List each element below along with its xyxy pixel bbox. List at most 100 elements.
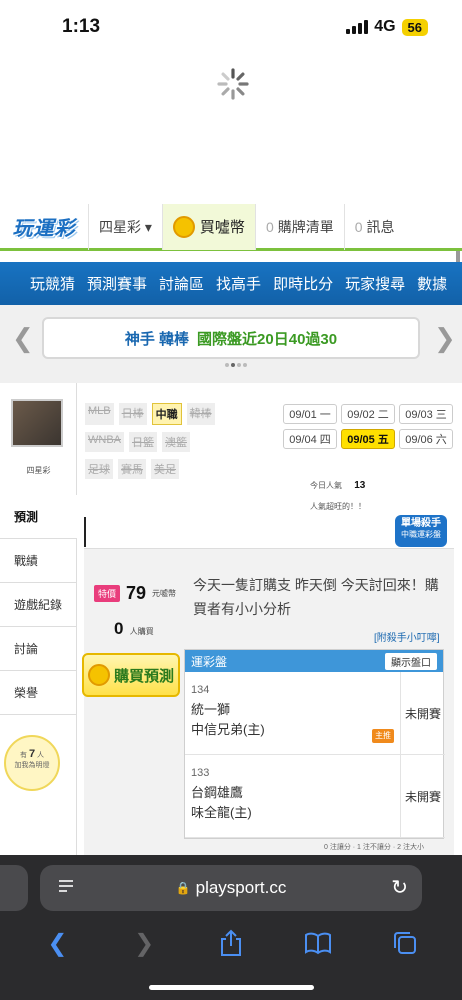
chevron-left-icon[interactable]: ❮ (12, 323, 34, 354)
nav-item[interactable]: 玩家搜尋 (345, 273, 405, 294)
price-unit: 元噓幣 (152, 589, 177, 598)
nav-item[interactable]: 玩競猜 (30, 273, 75, 294)
game-id: 133 (191, 767, 210, 779)
hint-line2: 加我為明燈 (14, 762, 50, 769)
popularity: 今日人氣 13 (310, 480, 365, 491)
message-label: 訊息 (366, 218, 395, 235)
date-button[interactable]: 09/01 一 (283, 404, 337, 424)
league-tag[interactable]: MLB (85, 403, 114, 425)
back-icon[interactable]: ❮ (37, 929, 77, 958)
avatar[interactable] (11, 399, 63, 447)
lightbulb-follow-button[interactable]: 有 7 人 加我為明燈 (4, 735, 60, 791)
bookmarks-icon[interactable] (298, 931, 338, 955)
date-button[interactable]: 09/06 六 (399, 429, 453, 449)
date-button-active[interactable]: 09/05 五 (341, 429, 395, 449)
home-team: 中信兄弟(主) (191, 722, 265, 737)
prediction-card: 特價 79 元噓幣 0 人購買 購買預測 今天一隻訂購支 昨天倒 今天討回來！購… (82, 548, 454, 855)
banner-carousel: ❮ 神手 韓棒 國際盤近20日40過30 ❯ (0, 305, 462, 383)
nav-item[interactable]: 討論區 (159, 273, 204, 294)
buy-coin-label: 買噓幣 (199, 219, 245, 236)
menu-item-record[interactable]: 戰績 (0, 539, 77, 583)
cart-label: 購牌清單 (277, 218, 334, 235)
buy-prediction-label: 購買預測 (113, 667, 174, 685)
carousel-dot[interactable] (231, 363, 235, 367)
betting-board: 運彩盤 顯示盤口 134 統一獅 中信兄弟(主) 主推 未開賽 133 台鋼雄鷹… (184, 649, 445, 839)
league-tag[interactable]: 賽馬 (118, 459, 146, 479)
game-teams: 134 統一獅 中信兄弟(主) 主推 (185, 672, 401, 755)
show-odds-button[interactable]: 顯示盤口 (385, 652, 437, 670)
carousel-dot[interactable] (243, 363, 247, 367)
share-icon[interactable] (211, 929, 251, 957)
badge-sub: 中職運彩盤 (401, 530, 441, 539)
reload-icon[interactable]: ↻ (391, 875, 408, 900)
league-tag[interactable]: 日棒 (118, 403, 147, 425)
profile-nickname: 四星彩 (26, 466, 51, 475)
league-tag[interactable]: 日籃 (129, 432, 157, 452)
nav-item[interactable]: 數據 (417, 273, 447, 294)
banner-slide[interactable]: 神手 韓棒 國際盤近20日40過30 (42, 317, 420, 359)
date-picker: 09/01 一 09/02 二 09/03 三 09/04 四 09/05 五 … (283, 404, 455, 449)
attach-link[interactable]: [附殺手小叮嚀] (374, 629, 440, 644)
carousel-dot[interactable] (237, 363, 241, 367)
buy-coin-button[interactable]: 買噓幣 (161, 203, 255, 250)
menu-item-predict[interactable]: 預測 (0, 495, 77, 539)
message-link[interactable]: 0 訊息 (343, 203, 405, 250)
popularity-label: 今日人氣 (310, 481, 342, 490)
prediction-note: 今天一隻訂購支 昨天倒 今天討回來！購買者有小小分析 (193, 577, 439, 617)
badge-title: 單場殺手 (401, 518, 441, 529)
carousel-dot[interactable] (225, 363, 229, 367)
date-button[interactable]: 09/04 四 (283, 429, 337, 449)
message-count: 0 (354, 218, 363, 235)
signal-icon (346, 20, 369, 34)
league-tag[interactable]: 韓棒 (186, 403, 215, 425)
browser-toolbar: 🔒 playsport.cc ↻ ❮ ❯ (0, 855, 462, 1000)
forward-icon[interactable]: ❯ (124, 929, 164, 958)
home-indicator (149, 985, 314, 990)
carousel-dots (225, 363, 247, 367)
prediction-main: MLB 日棒 中職 韓棒 WNBA 日籃 澳籃 足球 賽馬 美足 09/01 一… (77, 383, 462, 855)
lock-icon: 🔒 (175, 881, 191, 895)
game-row: 133 台鋼雄鷹 味全龍(主) 未開賽 (185, 755, 445, 838)
menu-item-discussion[interactable]: 討論 (0, 627, 77, 671)
nav-item[interactable]: 找高手 (216, 273, 261, 294)
nav-item[interactable]: 即時比分 (273, 273, 333, 294)
league-filters: MLB 日棒 中職 韓棒 WNBA 日籃 澳籃 足球 賽馬 美足 (85, 403, 275, 486)
address-bar[interactable]: 🔒 playsport.cc ↻ (40, 865, 422, 911)
status-indicators: 4G 56 (346, 18, 428, 36)
hint-suffix: 人 (37, 752, 45, 759)
date-button[interactable]: 09/02 二 (341, 404, 395, 424)
hint-prefix: 有 (19, 752, 27, 759)
league-tag[interactable]: 美足 (151, 459, 179, 479)
date-button[interactable]: 09/03 三 (399, 404, 453, 424)
buy-prediction-button[interactable]: 購買預測 (82, 653, 180, 697)
cart-link[interactable]: 0 購牌清單 (254, 203, 344, 250)
menu-item-honor[interactable]: 榮譽 (0, 671, 77, 715)
text-cursor (84, 517, 86, 547)
price: 特價 79 元噓幣 (94, 583, 176, 604)
status-bar: 1:13 4G 56 (0, 0, 462, 56)
league-tag-active[interactable]: 中職 (151, 403, 182, 425)
game-row: 134 統一獅 中信兄弟(主) 主推 未開賽 (185, 672, 445, 755)
board-header: 運彩盤 顯示盤口 (185, 650, 443, 672)
previous-tab[interactable] (0, 865, 28, 911)
game-teams: 133 台鋼雄鷹 味全龍(主) (185, 755, 401, 838)
main-pick-badge: 主推 (372, 729, 394, 743)
chevron-right-icon[interactable]: ❯ (434, 323, 456, 354)
game-status: 未開賽 (404, 790, 441, 804)
nav-item[interactable]: 預測賽事 (87, 273, 147, 294)
reader-mode-icon[interactable] (58, 878, 74, 896)
league-tag[interactable]: WNBA (85, 432, 124, 452)
league-tag[interactable]: 澳籃 (162, 432, 190, 452)
league-tag[interactable]: 足球 (85, 459, 113, 479)
tabs-icon[interactable] (385, 930, 425, 956)
lottery-dropdown[interactable]: 四星彩 ▾ (88, 203, 162, 250)
status-time: 1:13 (62, 16, 101, 37)
site-logo[interactable]: 玩運彩 (0, 204, 88, 250)
battery-icon: 56 (401, 18, 428, 36)
menu-item-history[interactable]: 遊戲紀錄 (0, 583, 77, 627)
buyer-number: 0 (114, 619, 124, 638)
away-team: 統一獅 (191, 702, 231, 717)
profile-menu: 預測 戰績 遊戲紀錄 討論 榮譽 (0, 495, 77, 715)
sale-badge: 特價 (94, 585, 121, 602)
coin-icon (87, 664, 110, 686)
